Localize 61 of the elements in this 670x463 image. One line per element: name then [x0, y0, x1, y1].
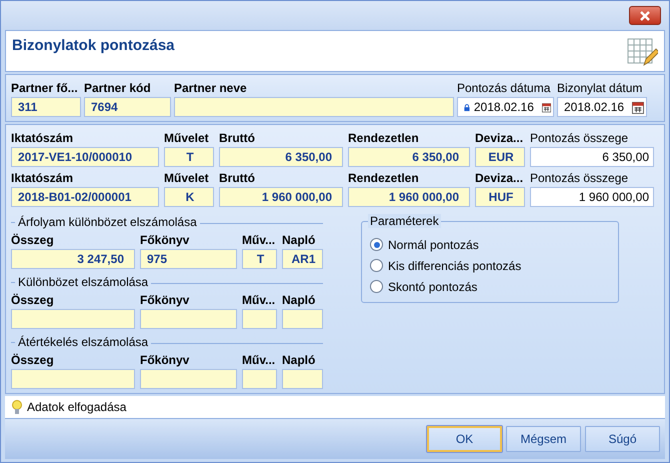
- field-label: Bruttó: [219, 171, 256, 185]
- field-label: Partner kód: [84, 81, 152, 95]
- dialog-button[interactable]: Súgó: [585, 426, 660, 452]
- field-label: Művelet: [164, 131, 210, 145]
- field-label: Főkönyv: [140, 233, 190, 247]
- input-field[interactable]: 6 350,00: [348, 147, 470, 167]
- field-label: Rendezetlen: [348, 171, 420, 185]
- date-field[interactable]: 2018.02.16: [557, 97, 647, 117]
- input-field[interactable]: T: [242, 249, 277, 269]
- section-title: Átértékelés elszámolása: [18, 335, 148, 349]
- input-field[interactable]: EUR: [475, 147, 525, 167]
- section-title: Árfolyam különbözet elszámolása: [18, 215, 197, 229]
- field-label: Pontozás dátuma: [457, 81, 552, 95]
- field-label: Napló: [282, 293, 316, 307]
- field-label: Napló: [282, 233, 316, 247]
- field-label: Iktatószám: [11, 171, 74, 185]
- input-field[interactable]: 975: [140, 249, 237, 269]
- field-label: Műv...: [242, 353, 276, 367]
- input-field[interactable]: 2018-B01-02/000001: [11, 187, 159, 207]
- field-label: Partner fő...: [11, 81, 79, 95]
- field-label: Napló: [282, 353, 316, 367]
- field-label: Pontozás összege: [530, 171, 630, 185]
- field-label: Összeg: [11, 353, 55, 367]
- input-field[interactable]: 7694: [84, 97, 171, 117]
- field-label: Műv...: [242, 233, 276, 247]
- input-field[interactable]: 1 960 000,00: [219, 187, 343, 207]
- radio-label[interactable]: Normál pontozás: [388, 238, 479, 252]
- field-label: Rendezetlen: [348, 131, 420, 145]
- input-field[interactable]: 6 350,00: [530, 147, 654, 167]
- input-field[interactable]: K: [164, 187, 214, 207]
- status-hint: Adatok elfogadása: [27, 400, 126, 414]
- field-label: Műv...: [242, 293, 276, 307]
- section-title: Különbözet elszámolása: [18, 275, 148, 289]
- field-label: Összeg: [11, 233, 55, 247]
- date-field[interactable]: 2018.02.16: [457, 97, 554, 117]
- input-field[interactable]: 2017-VE1-10/000010: [11, 147, 159, 167]
- input-field[interactable]: AR1: [282, 249, 323, 269]
- field-label: Főkönyv: [140, 293, 190, 307]
- input-field[interactable]: T: [164, 147, 214, 167]
- input-field[interactable]: HUF: [475, 187, 525, 207]
- input-field[interactable]: 3 247,50: [11, 249, 135, 269]
- field-label: Deviza...: [475, 171, 524, 185]
- input-field[interactable]: 1 960 000,00: [348, 187, 470, 207]
- input-field[interactable]: 1 960 000,00: [530, 187, 654, 207]
- dialog-button[interactable]: Mégsem: [506, 426, 581, 452]
- input-field[interactable]: 6 350,00: [219, 147, 343, 167]
- input-field[interactable]: 311: [11, 97, 81, 117]
- field-label: Főkönyv: [140, 353, 190, 367]
- dialog-button[interactable]: OK: [427, 426, 502, 452]
- group-title: Paraméterek: [368, 214, 441, 228]
- dialog-title: Bizonylatok pontozása: [12, 37, 175, 54]
- field-label: Partner neve: [174, 81, 248, 95]
- field-label: Bizonylat dátum: [557, 81, 644, 95]
- field-label: Iktatószám: [11, 131, 74, 145]
- field-label: Bruttó: [219, 131, 256, 145]
- field-label: Deviza...: [475, 131, 524, 145]
- field-label: Pontozás összege: [530, 131, 630, 145]
- radio-label[interactable]: Skontó pontozás: [388, 280, 478, 294]
- radio-label[interactable]: Kis differenciás pontozás: [388, 258, 522, 272]
- field-label: Művelet: [164, 171, 210, 185]
- field-label: Összeg: [11, 293, 55, 307]
